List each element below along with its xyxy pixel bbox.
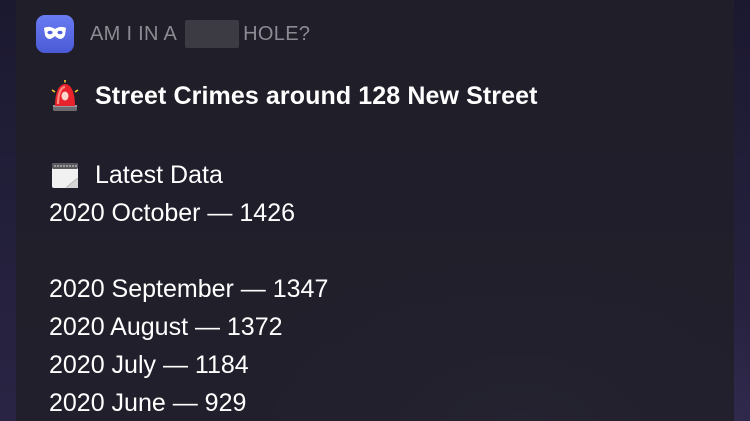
result-title: Street Crimes around 128 New Street [95, 81, 538, 110]
calendar-icon [49, 158, 81, 192]
redacted-word [185, 20, 240, 48]
history-entry: 2020 June — 929 [49, 389, 247, 417]
history-entry: 2020 August — 1372 [49, 313, 283, 341]
mask-icon [36, 15, 74, 53]
latest-entry: 2020 October — 1426 [49, 199, 295, 227]
app-title-suffix: HOLE? [243, 22, 311, 45]
card-header: AM I IN A HOLE? [36, 15, 310, 53]
result-title-row: Street Crimes around 128 New Street [49, 76, 719, 116]
police-light-icon [49, 79, 81, 113]
history-entry: 2020 September — 1347 [49, 275, 329, 303]
shortcut-result-card: AM I IN A HOLE? Street Crimes around 128 … [16, 0, 734, 421]
app-title: AM I IN A HOLE? [90, 20, 310, 48]
latest-data-label: Latest Data [95, 160, 223, 189]
history-entry: 2020 July — 1184 [49, 351, 249, 379]
latest-data-heading: Latest Data [49, 156, 719, 194]
app-title-prefix: AM I IN A [90, 22, 178, 45]
result-content: Street Crimes around 128 New Street Late… [49, 76, 719, 421]
